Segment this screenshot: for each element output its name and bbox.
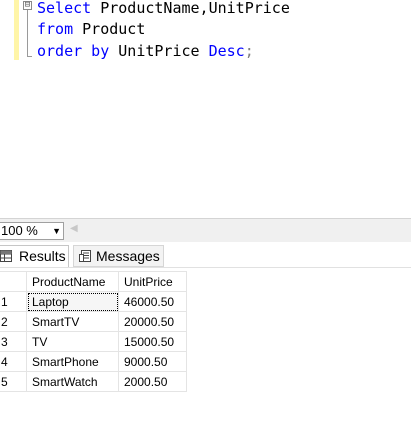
cell-unitprice[interactable]: 46000.50	[118, 291, 187, 312]
outline-guide-end	[27, 56, 32, 57]
query-editor[interactable]: ⊟ Select ProductName,UnitPrice from Prod…	[0, 0, 411, 218]
cell-productname[interactable]: SmartTV	[26, 311, 119, 332]
tab-results[interactable]: Results	[0, 245, 69, 267]
code-semicolon: ;	[244, 42, 254, 60]
row-number[interactable]: 5	[0, 371, 27, 392]
table-row[interactable]: 2 SmartTV 20000.50	[0, 311, 187, 332]
cell-productname[interactable]: Laptop	[26, 291, 119, 312]
grid-corner[interactable]	[0, 271, 27, 292]
results-grid[interactable]: ProductName UnitPrice 1 Laptop 46000.50 …	[0, 271, 187, 392]
scroll-left-icon[interactable]: ◀	[70, 223, 78, 234]
tab-results-label: Results	[19, 248, 66, 264]
cell-productname[interactable]: SmartWatch	[26, 371, 119, 392]
zoom-value: 100 %	[1, 223, 38, 238]
cell-productname[interactable]: TV	[26, 331, 119, 352]
table-row[interactable]: 3 TV 15000.50	[0, 331, 187, 352]
row-number[interactable]: 1	[0, 291, 27, 312]
code-text: UnitPrice	[109, 42, 209, 60]
table-row[interactable]: 4 SmartPhone 9000.50	[0, 351, 187, 372]
tab-messages[interactable]: Messages	[73, 245, 164, 267]
code-text: Product	[73, 20, 146, 38]
change-tracking-bar	[14, 0, 19, 60]
outline-guide	[27, 10, 28, 57]
code-line-3[interactable]: order by UnitPrice Desc;	[37, 42, 254, 64]
cell-unitprice[interactable]: 15000.50	[118, 331, 187, 352]
zoom-bar: 100 % ▼ ◀	[0, 218, 411, 242]
code-line-1[interactable]: Select ProductName,UnitPrice	[37, 0, 290, 21]
horizontal-scrollbar[interactable]	[82, 224, 408, 238]
cell-unitprice[interactable]: 9000.50	[118, 351, 187, 372]
zoom-select[interactable]: 100 % ▼	[0, 222, 64, 240]
grid-icon	[0, 250, 12, 262]
row-number[interactable]: 2	[0, 311, 27, 332]
keyword-select: Select	[37, 0, 92, 17]
row-number[interactable]: 4	[0, 351, 27, 372]
keyword-from: from	[37, 20, 74, 38]
column-header-productname[interactable]: ProductName	[26, 271, 119, 292]
code-line-2[interactable]: from Product	[37, 20, 145, 42]
cell-unitprice[interactable]: 2000.50	[118, 371, 187, 392]
keyword-order-by: order by	[37, 42, 110, 60]
grid-header-row: ProductName UnitPrice	[0, 271, 187, 292]
messages-icon	[79, 250, 91, 262]
cell-unitprice[interactable]: 20000.50	[118, 311, 187, 332]
code-text: ProductName,UnitPrice	[91, 0, 290, 17]
collapse-icon[interactable]: ⊟	[23, 1, 32, 10]
tab-strip-divider	[0, 267, 411, 268]
column-header-unitprice[interactable]: UnitPrice	[118, 271, 187, 292]
tab-messages-label: Messages	[96, 248, 160, 264]
table-row[interactable]: 5 SmartWatch 2000.50	[0, 371, 187, 392]
keyword-desc: Desc	[208, 42, 245, 60]
cell-productname[interactable]: SmartPhone	[26, 351, 119, 372]
row-number[interactable]: 3	[0, 331, 27, 352]
chevron-down-icon[interactable]: ▼	[52, 223, 61, 239]
table-row[interactable]: 1 Laptop 46000.50	[0, 291, 187, 312]
